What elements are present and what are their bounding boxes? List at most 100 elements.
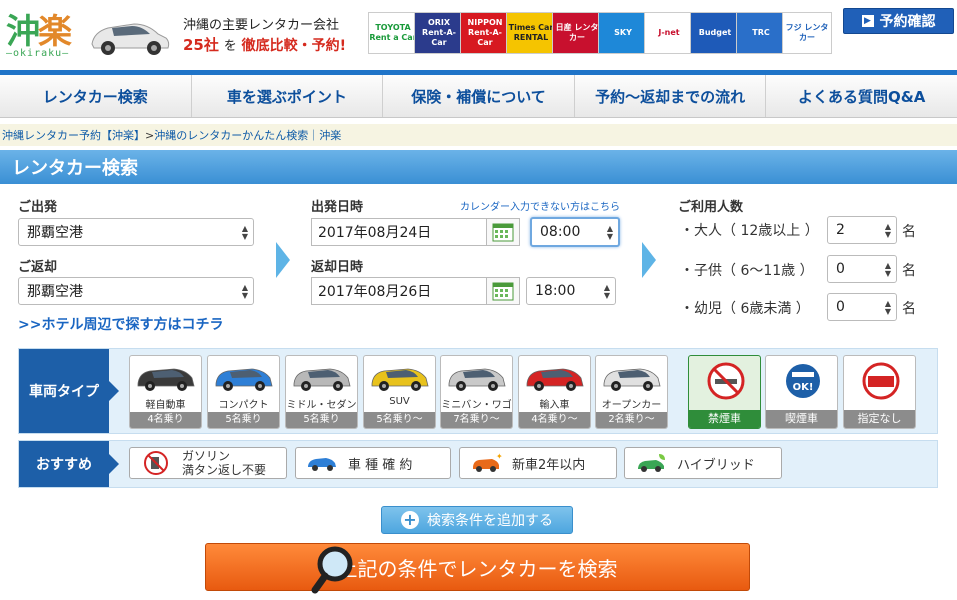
- depart-datetime-label: 出発日時: [311, 200, 364, 215]
- calendar-icon[interactable]: [486, 218, 520, 246]
- infant-count-select[interactable]: 0 ▲ ▼: [827, 293, 897, 321]
- nav-item-flow[interactable]: 予約～返却までの流れ: [575, 75, 767, 117]
- tagline: 沖縄の主要レンタカー会社: [183, 18, 340, 33]
- hybrid-button[interactable]: ハイブリッド: [624, 447, 782, 479]
- brand-logo-trc[interactable]: TRC: [736, 12, 786, 54]
- car-sedan-icon: [293, 368, 351, 391]
- breadcrumb-home-link[interactable]: 沖縄レンタカー予約【沖楽】: [2, 127, 145, 143]
- no-preference-icon: [862, 362, 900, 400]
- car-type-compact[interactable]: コンパクト 5名乗り: [207, 355, 280, 429]
- return-time-select[interactable]: 18:00 ▲ ▼: [526, 277, 616, 305]
- recommend-label: おすすめ: [19, 441, 119, 487]
- no-preference-option[interactable]: 指定なし: [843, 355, 916, 429]
- arrow-right-icon: ▶: [861, 15, 874, 27]
- car-type-open[interactable]: オープンカー 2名乗り～: [595, 355, 668, 429]
- car-type-import[interactable]: 輸入車 4名乗り～: [518, 355, 591, 429]
- smoking-option[interactable]: OK! 喫煙車: [765, 355, 838, 429]
- return-date-input[interactable]: 2017年08月26日: [311, 277, 487, 305]
- model-guarantee-button[interactable]: 車 種 確 約: [295, 447, 451, 479]
- tagline-highlight: 25社 を 徹底比較・予約!: [183, 36, 347, 54]
- return-location-select[interactable]: 那覇空港 ▲ ▼: [18, 277, 254, 305]
- select-arrows-icon: ▲ ▼: [603, 283, 610, 300]
- select-arrows-icon: ▲ ▼: [884, 222, 891, 239]
- hybrid-car-icon: [635, 450, 667, 476]
- select-arrows-icon: ▲ ▼: [241, 224, 248, 241]
- new-car-icon: ✦: [470, 450, 502, 476]
- car-suv-icon: [371, 368, 429, 391]
- car-import-icon: [526, 368, 584, 391]
- child-label: ・子供（ 6～11歳 ）: [680, 263, 814, 279]
- magnifier-icon: [311, 546, 353, 594]
- no-gasoline-icon: [140, 450, 172, 476]
- brand-logo-sky[interactable]: SKY: [598, 12, 648, 54]
- brand-logo-orix[interactable]: ORIX Rent-A-Car: [414, 12, 464, 54]
- no-refuel-button[interactable]: ガソリン 満タン返し不要: [129, 447, 287, 479]
- car-open-icon: [603, 368, 661, 391]
- return-datetime-label: 返却日時: [311, 260, 364, 275]
- car-type-kei[interactable]: 軽自動車 4名乗り: [129, 355, 202, 429]
- car-illustration: [91, 23, 170, 55]
- svg-text:✦: ✦: [496, 452, 502, 461]
- hotel-search-link[interactable]: >>ホテル周辺で探す方はコチラ: [18, 314, 223, 334]
- brand-logo-fuji[interactable]: フジ レンタカー: [782, 12, 832, 54]
- depart-time-select[interactable]: 08:00 ▲ ▼: [530, 217, 620, 247]
- unit-label: 名: [902, 224, 916, 240]
- search-button[interactable]: 上記の条件でレンタカーを検索: [205, 543, 750, 594]
- car-compact-icon: [215, 368, 273, 391]
- calendar-alt-link[interactable]: カレンダー入力できない方はこちら: [460, 198, 620, 213]
- nav-item-faq[interactable]: よくある質問Q&A: [766, 75, 957, 117]
- site-logo[interactable]: 沖楽 ―okiraku―: [2, 4, 82, 64]
- breadcrumb-current[interactable]: 沖縄のレンタカーかんたん検索｜沖楽: [154, 127, 341, 143]
- nav-item-choose-points[interactable]: 車を選ぶポイント: [192, 75, 384, 117]
- chevron-right-icon: [276, 242, 290, 278]
- infant-label: ・幼児（ 6歳未満 ）: [680, 301, 810, 317]
- adult-label: ・大人（ 12歳以上 ）: [680, 223, 819, 239]
- depart-location-label: ご出発: [18, 200, 58, 215]
- nav-item-insurance[interactable]: 保険・補償について: [383, 75, 575, 117]
- breadcrumb: 沖縄レンタカー予約【沖楽】 > 沖縄のレンタカーかんたん検索｜沖楽: [0, 124, 957, 146]
- car-type-minivan[interactable]: ミニバン・ワゴン 7名乗り～: [440, 355, 513, 429]
- brand-logo-times[interactable]: Times Car RENTAL: [506, 12, 556, 54]
- car-kei-icon: [137, 368, 195, 391]
- plus-icon: +: [401, 511, 419, 529]
- child-count-select[interactable]: 0 ▲ ▼: [827, 255, 897, 283]
- select-arrows-icon: ▲ ▼: [606, 224, 613, 241]
- unit-label: 名: [902, 263, 916, 279]
- nav-item-search[interactable]: レンタカー検索: [0, 75, 192, 117]
- recommend-panel: おすすめ ガソリン 満タン返し不要 車 種 確 約 ✦ 新車2年以内 ハイブリッ…: [18, 440, 938, 488]
- site-header: 沖楽 ―okiraku― 沖縄の主要レンタカー会社 25社 を 徹底比較・予約!…: [0, 0, 957, 70]
- logo-subtext: ―okiraku―: [6, 48, 70, 59]
- car-type-label: 車両タイプ: [19, 349, 119, 433]
- select-arrows-icon: ▲ ▼: [884, 261, 891, 278]
- smoking-ok-icon: OK!: [786, 364, 820, 398]
- depart-location-select[interactable]: 那覇空港 ▲ ▼: [18, 218, 254, 246]
- select-arrows-icon: ▲ ▼: [241, 283, 248, 300]
- calendar-icon[interactable]: [486, 277, 520, 305]
- depart-date-input[interactable]: 2017年08月24日: [311, 218, 487, 246]
- brand-logo-budget[interactable]: Budget: [690, 12, 740, 54]
- car-minivan-icon: [448, 368, 506, 391]
- car-type-sedan[interactable]: ミドル・セダン 5名乗り: [285, 355, 358, 429]
- adult-count-select[interactable]: 2 ▲ ▼: [827, 216, 897, 244]
- svg-text:OK!: OK!: [793, 382, 814, 393]
- logo-text: 沖楽: [6, 12, 72, 52]
- non-smoking-option[interactable]: 禁煙車: [688, 355, 761, 429]
- return-location-label: ご返却: [18, 260, 58, 275]
- brand-logo-toyota[interactable]: TOYOTA Rent a Car: [368, 12, 418, 54]
- people-label: ご利用人数: [678, 200, 744, 215]
- brand-logo-nippon[interactable]: NIPPON Rent-A-Car: [460, 12, 510, 54]
- car-type-suv[interactable]: SUV 5名乗り～: [363, 355, 436, 429]
- no-smoking-icon: [707, 362, 745, 400]
- add-condition-button[interactable]: + 検索条件を追加する: [381, 506, 573, 534]
- page-title: レンタカー検索: [0, 150, 957, 184]
- brand-logo-nissan[interactable]: 日産 レンタカー: [552, 12, 602, 54]
- new-car-button[interactable]: ✦ 新車2年以内: [459, 447, 617, 479]
- car-blue-icon: [306, 450, 338, 476]
- car-type-panel: 車両タイプ 軽自動車 4名乗り コンパクト 5名乗り ミドル・セダン 5名乗り …: [18, 348, 938, 434]
- reservation-check-button[interactable]: ▶ 予約確認: [843, 8, 954, 34]
- select-arrows-icon: ▲ ▼: [884, 299, 891, 316]
- chevron-right-icon: [642, 242, 656, 278]
- unit-label: 名: [902, 301, 916, 317]
- main-nav: レンタカー検索 車を選ぶポイント 保険・補償について 予約～返却までの流れ よく…: [0, 70, 957, 118]
- brand-logo-jnet[interactable]: J-net: [644, 12, 694, 54]
